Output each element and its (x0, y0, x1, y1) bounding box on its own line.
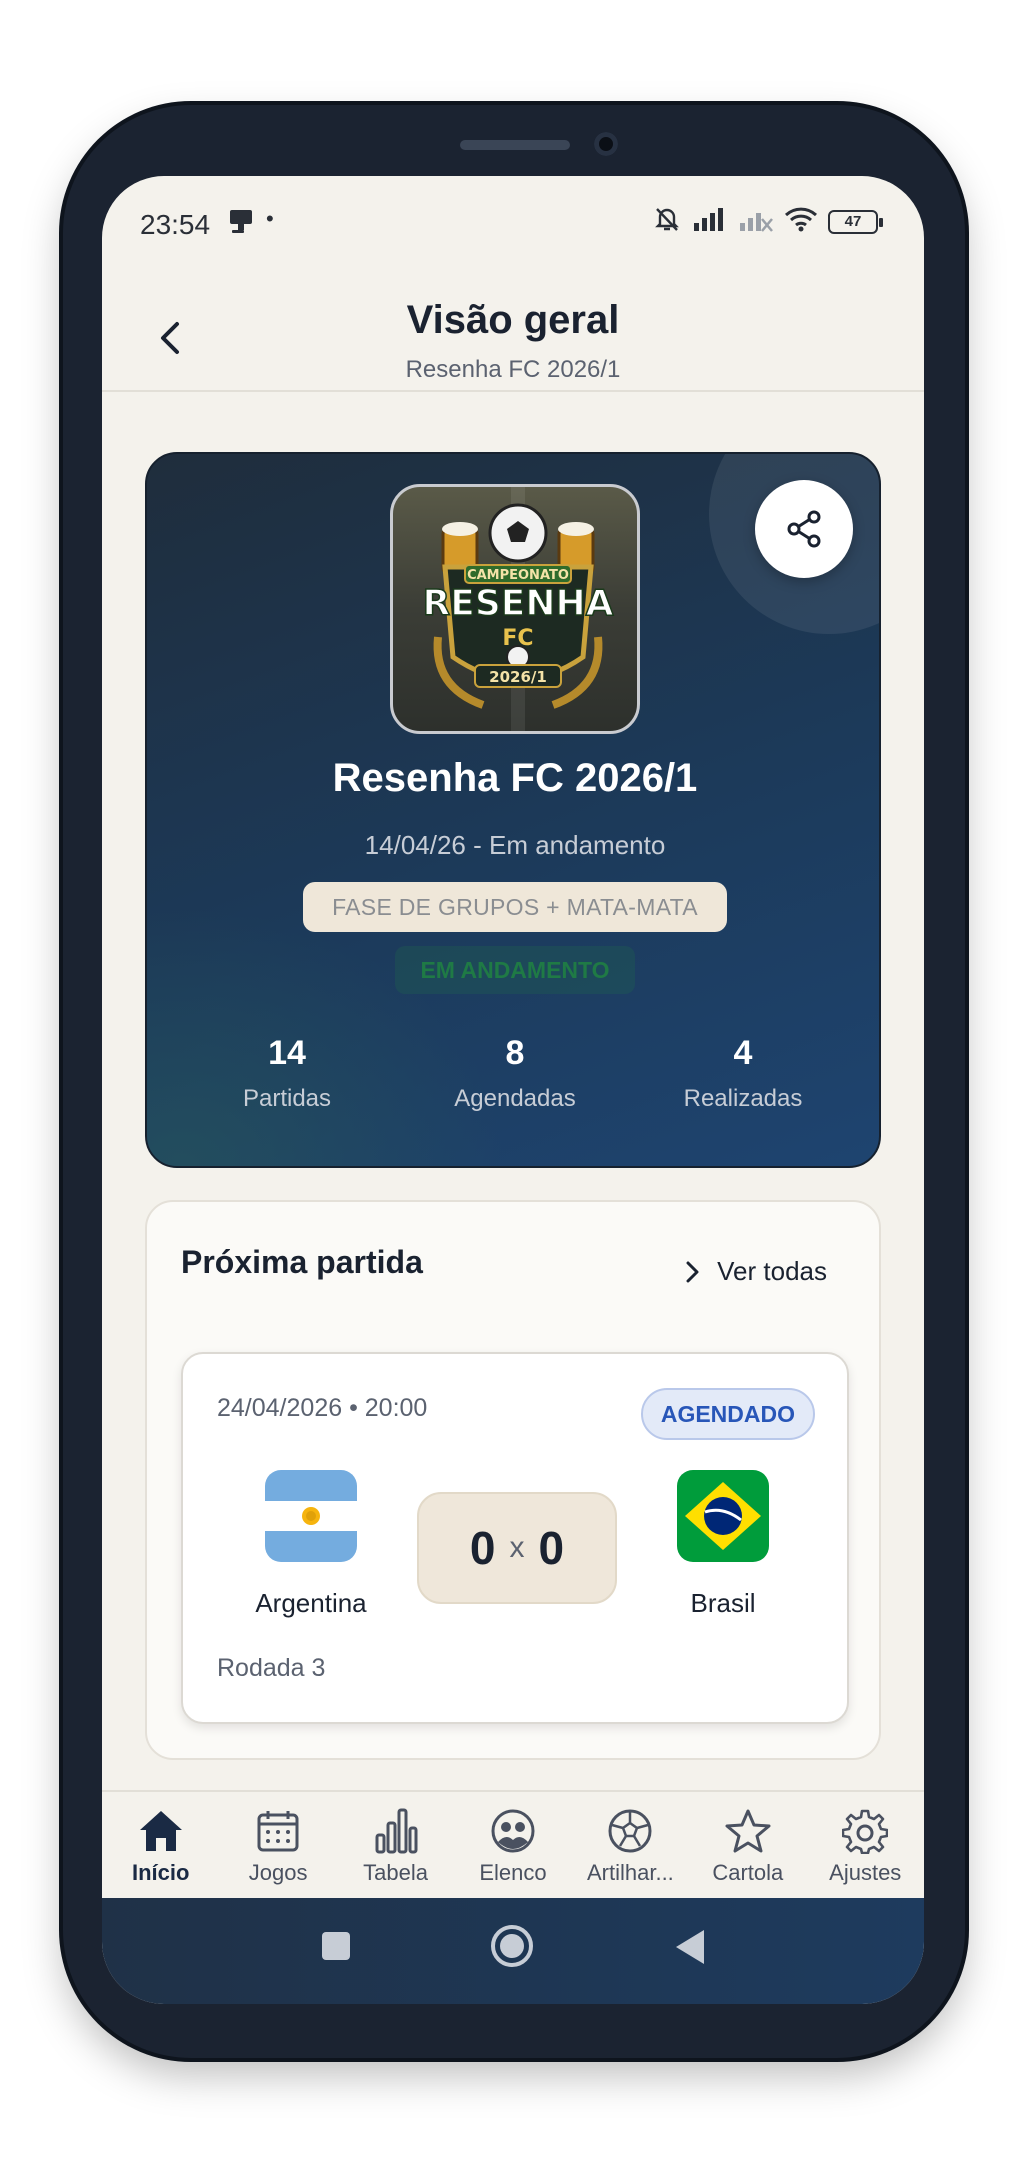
bar-chart-icon (373, 1806, 419, 1856)
stat-scheduled: 8 Agendadas (395, 1034, 635, 1113)
home-score: 0 (469, 1522, 496, 1574)
tournament-name: Resenha FC 2026/1 (332, 756, 698, 800)
logo-main-text: RESENHA (423, 583, 614, 624)
signal-weak-icon (738, 205, 774, 238)
nav-label: Artilhar... (586, 1860, 674, 1885)
circle-icon (491, 1925, 533, 1967)
nav-item-cartola[interactable]: Cartola (689, 1792, 806, 1896)
stat-value: 14 (268, 1034, 306, 1072)
nav-label: Ajustes (829, 1860, 902, 1885)
share-button[interactable] (755, 480, 853, 578)
home-team-name: Argentina (255, 1588, 367, 1618)
nav-label: Elenco (479, 1860, 547, 1885)
phone-speaker (460, 140, 570, 150)
stat-played: 4 Realizadas (623, 1034, 863, 1113)
score-separator: x (509, 1531, 525, 1564)
star-icon (724, 1806, 772, 1856)
see-all-label: Ver todas (717, 1256, 827, 1286)
triangle-back-icon (676, 1930, 704, 1964)
page-title: Visão geral (406, 298, 620, 342)
tournament-status-badge: EM ANDAMENTO (395, 946, 635, 994)
away-score: 0 (538, 1522, 565, 1574)
notification-icon (226, 206, 256, 241)
wifi-icon (784, 205, 818, 238)
gear-icon (842, 1806, 889, 1856)
status-bar: 23:54 • 47 (102, 176, 924, 272)
home-team: Argentina (221, 1470, 401, 1619)
logo-year-text: 2026/1 (489, 668, 547, 686)
back-system-button[interactable] (674, 1928, 706, 1971)
nav-item-jogos[interactable]: Jogos (219, 1792, 336, 1896)
argentina-flag-icon (265, 1470, 357, 1562)
team-icon (490, 1806, 536, 1856)
share-icon (787, 510, 821, 548)
recents-button[interactable] (320, 1930, 352, 1967)
stat-value: 4 (733, 1034, 753, 1072)
away-team-name: Brasil (690, 1588, 756, 1618)
nav-label: Início (131, 1860, 190, 1885)
bell-off-icon (652, 204, 682, 239)
stat-label: Agendadas (454, 1085, 576, 1112)
match-card[interactable]: 24/04/2026 • 20:00 AGENDADO Argentina 0 … (181, 1352, 849, 1724)
battery-icon: 47 (828, 209, 883, 234)
nav-label: Cartola (712, 1860, 784, 1885)
nav-item-tabela[interactable]: Tabela (337, 1792, 454, 1896)
square-icon (322, 1932, 350, 1960)
next-match-section: Próxima partida Ver todas 24/04/2026 • 2… (145, 1200, 881, 1760)
home-icon (137, 1806, 185, 1856)
soccer-ball-icon (607, 1806, 653, 1856)
home-system-button[interactable] (490, 1924, 534, 1973)
tournament-date-status: 14/04/26 - Em andamento (364, 830, 666, 860)
tournament-logo: CAMPEONATO RESENHA FC 2026/1 (390, 484, 640, 734)
nav-item-elenco[interactable]: Elenco (454, 1792, 571, 1896)
tournament-hero-card: CAMPEONATO RESENHA FC 2026/1 Resenha FC … (145, 452, 881, 1168)
stat-label: Realizadas (683, 1085, 803, 1112)
stat-value: 8 (505, 1034, 525, 1072)
logo-top-text: CAMPEONATO (467, 568, 569, 583)
section-title: Próxima partida (181, 1244, 423, 1280)
nav-label: Jogos (248, 1860, 308, 1885)
stat-label: Partidas (242, 1085, 332, 1112)
match-date-time: 24/04/2026 • 20:00 (217, 1394, 428, 1422)
nav-item-ajustes[interactable]: Ajustes (807, 1792, 924, 1896)
nav-label: Tabela (363, 1860, 428, 1885)
brazil-flag-icon (677, 1470, 769, 1562)
page-subtitle: Resenha FC 2026/1 (405, 356, 621, 383)
calendar-icon (255, 1806, 301, 1856)
bottom-navigation: Início Jogos Tabela Elenco Artilhar... C… (102, 1790, 924, 1896)
status-time: 23:54 (140, 209, 211, 240)
phone-camera (594, 132, 618, 156)
app-screen: 23:54 • 47 Visão geral Resenha FC 2026/1… (102, 176, 924, 2004)
nav-item-inicio[interactable]: Início (102, 1792, 219, 1896)
score-box: 0 x 0 (417, 1492, 617, 1604)
signal-icon (692, 205, 728, 238)
chevron-right-icon (686, 1261, 699, 1282)
stat-matches: 14 Partidas (167, 1034, 407, 1113)
see-all-button[interactable]: Ver todas (683, 1256, 827, 1287)
away-team: Brasil (633, 1470, 813, 1619)
match-status-badge: AGENDADO (640, 1388, 815, 1440)
nav-item-artilharia[interactable]: Artilhar... (572, 1792, 689, 1896)
system-navigation-bar (102, 1898, 924, 2004)
status-dot: • (266, 206, 274, 231)
app-header: Visão geral Resenha FC 2026/1 (102, 272, 924, 392)
tournament-format-badge: FASE DE GRUPOS + MATA-MATA (303, 882, 727, 932)
match-round: Rodada 3 (217, 1654, 326, 1682)
